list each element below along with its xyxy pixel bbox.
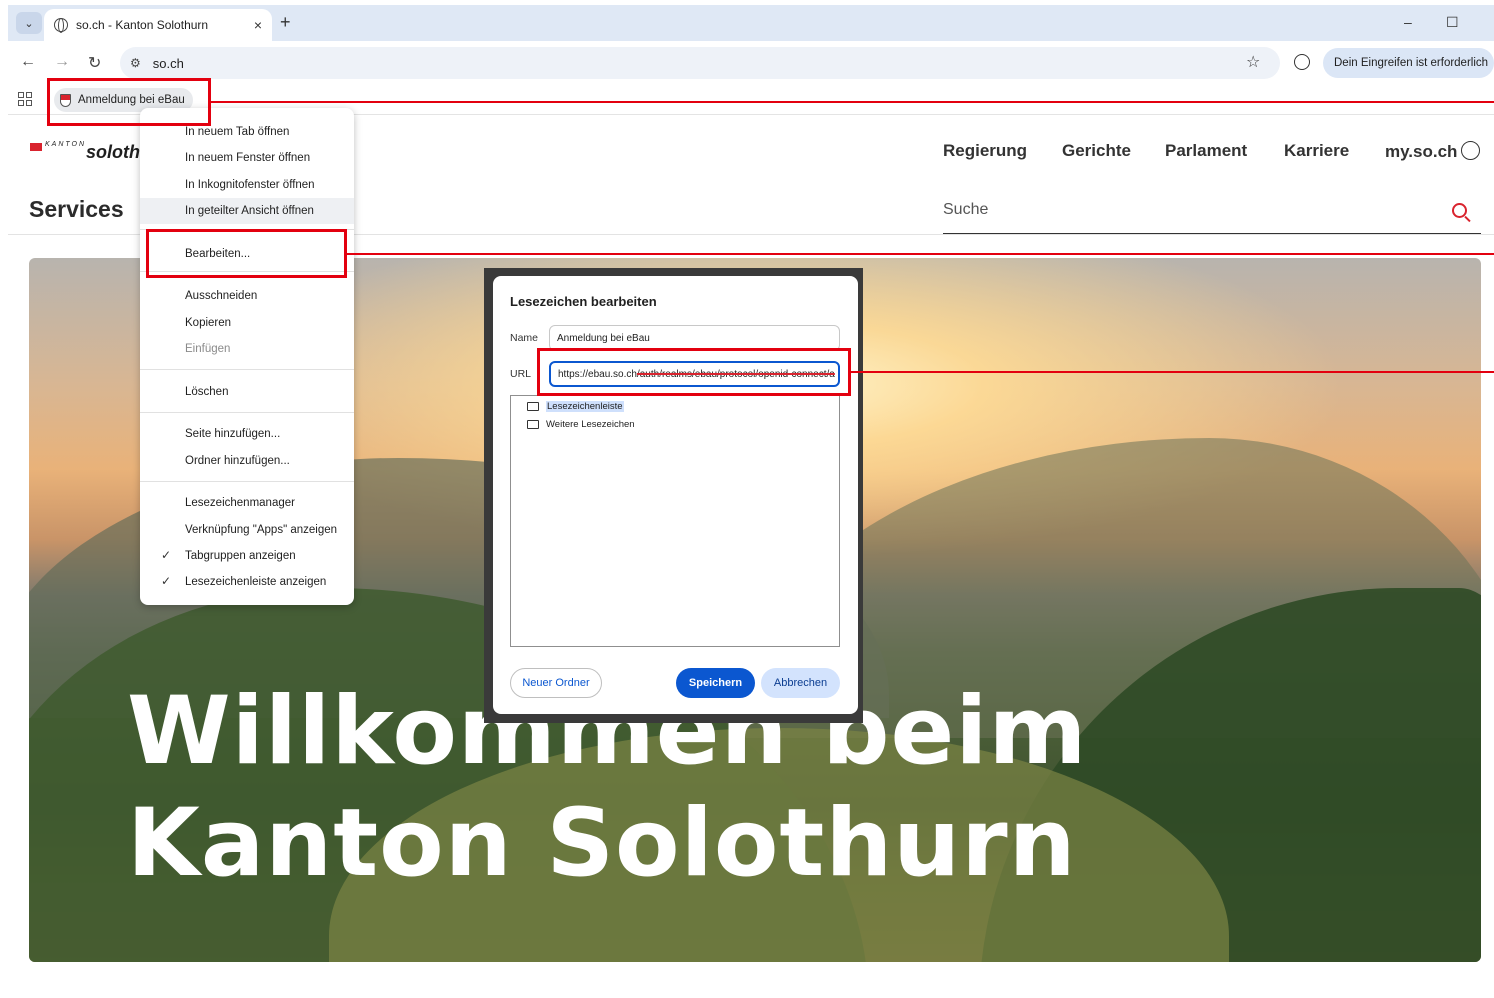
minimize-button[interactable]: – — [1404, 14, 1412, 30]
menu-open-new-window[interactable]: In neuem Fenster öffnen — [140, 145, 354, 171]
browser-toolbar: ← → ↻ ⚙ so.ch ☆ Dein Eingreifen ist erfo… — [8, 41, 1494, 85]
menu-add-folder[interactable]: Ordner hinzufügen... — [140, 448, 354, 474]
new-folder-button[interactable]: Neuer Ordner — [510, 668, 602, 698]
site-logo[interactable]: KANTON soloth — [30, 140, 140, 163]
folder-label: Lesezeichenleiste — [546, 401, 624, 412]
edit-bookmark-dialog: Lesezeichen bearbeiten Name Anmeldung be… — [493, 276, 858, 714]
menu-show-bookmarks-bar-label: Lesezeichenleiste anzeigen — [185, 576, 327, 588]
services-heading[interactable]: Services — [29, 196, 124, 223]
nav-karriere[interactable]: Karriere — [1284, 141, 1349, 161]
menu-show-apps-shortcut[interactable]: Verknüpfung "Apps" anzeigen — [140, 517, 354, 543]
active-tab[interactable]: so.ch - Kanton Solothurn × — [44, 9, 272, 41]
hero-title-line2: Kanton Solothurn — [127, 789, 1077, 898]
nav-my-so-ch-label: my.so.ch — [1385, 142, 1458, 161]
checkmark-icon: ✓ — [161, 574, 172, 588]
menu-bookmark-manager[interactable]: Lesezeichenmanager — [140, 490, 354, 516]
url-label: URL — [510, 368, 532, 380]
nav-regierung[interactable]: Regierung — [943, 141, 1027, 161]
menu-open-incognito[interactable]: In Inkognitofenster öffnen — [140, 172, 354, 198]
globe-icon — [54, 18, 68, 33]
name-label: Name — [510, 332, 539, 344]
menu-paste[interactable]: Einfügen — [140, 336, 354, 362]
cancel-button[interactable]: Abbrechen — [761, 668, 840, 698]
folder-bookmarks-bar[interactable]: Lesezeichenleiste — [527, 401, 624, 412]
new-tab-button[interactable]: + — [280, 12, 291, 33]
reload-button[interactable]: ↻ — [88, 53, 101, 73]
folder-icon — [527, 420, 539, 429]
folder-tree[interactable]: Lesezeichenleiste Weitere Lesezeichen — [510, 395, 840, 647]
address-text: so.ch — [152, 55, 184, 71]
action-required-button[interactable]: Dein Eingreifen ist erforderlich — [1323, 48, 1494, 78]
menu-copy[interactable]: Kopieren — [140, 310, 354, 336]
checkmark-icon: ✓ — [161, 548, 172, 562]
menu-show-bookmarks-bar[interactable]: ✓ Lesezeichenleiste anzeigen — [140, 569, 354, 595]
menu-open-split-view[interactable]: In geteilter Ansicht öffnen — [140, 198, 354, 224]
logo-name-text: soloth — [86, 142, 141, 162]
back-button[interactable]: ← — [20, 53, 36, 71]
menu-show-tab-groups-label: Tabgruppen anzeigen — [185, 550, 296, 562]
tab-title: so.ch - Kanton Solothurn — [76, 18, 209, 32]
logo-flag — [30, 143, 42, 151]
logo-kanton-text: KANTON — [45, 141, 87, 148]
site-search[interactable]: Suche — [943, 196, 1481, 234]
annotation-box-url — [537, 348, 851, 396]
dialog-title: Lesezeichen bearbeiten — [510, 294, 657, 309]
site-info-icon[interactable]: ⚙ — [130, 56, 141, 70]
annotation-line — [347, 253, 1494, 255]
tab-list-button[interactable]: ⌄ — [16, 12, 42, 34]
bookmark-star-icon[interactable]: ☆ — [1246, 52, 1260, 72]
apps-grid-icon[interactable] — [18, 92, 32, 106]
folder-label: Weitere Lesezeichen — [546, 419, 635, 430]
user-icon — [1461, 141, 1481, 160]
tab-strip: ⌄ so.ch - Kanton Solothurn × + – ☐ — [8, 5, 1494, 41]
nav-parlament[interactable]: Parlament — [1165, 141, 1247, 161]
nav-gerichte[interactable]: Gerichte — [1062, 141, 1131, 161]
menu-separator — [140, 369, 354, 370]
search-input[interactable]: Suche — [943, 201, 988, 219]
folder-icon — [527, 402, 539, 411]
menu-cut[interactable]: Ausschneiden — [140, 283, 354, 309]
annotation-box-bookmark — [47, 78, 211, 126]
menu-delete[interactable]: Löschen — [140, 379, 354, 405]
menu-show-tab-groups[interactable]: ✓ Tabgruppen anzeigen — [140, 543, 354, 569]
tab-close-button[interactable]: × — [254, 17, 262, 33]
save-button[interactable]: Speichern — [676, 668, 755, 698]
search-icon[interactable] — [1452, 203, 1467, 218]
annotation-line — [851, 371, 1494, 373]
annotation-box-edit — [146, 229, 347, 278]
menu-separator — [140, 481, 354, 482]
address-bar[interactable]: ⚙ so.ch — [120, 47, 1280, 79]
nav-my-so-ch[interactable]: my.so.ch — [1385, 141, 1481, 162]
bookmark-context-menu: In neuem Tab öffnen In neuem Fenster öff… — [140, 108, 354, 605]
maximize-button[interactable]: ☐ — [1446, 14, 1459, 31]
folder-other-bookmarks[interactable]: Weitere Lesezeichen — [527, 419, 635, 430]
forward-button[interactable]: → — [54, 53, 70, 71]
profile-icon[interactable] — [1294, 54, 1310, 70]
annotation-line — [211, 101, 1494, 103]
menu-add-page[interactable]: Seite hinzufügen... — [140, 421, 354, 447]
menu-separator — [140, 412, 354, 413]
